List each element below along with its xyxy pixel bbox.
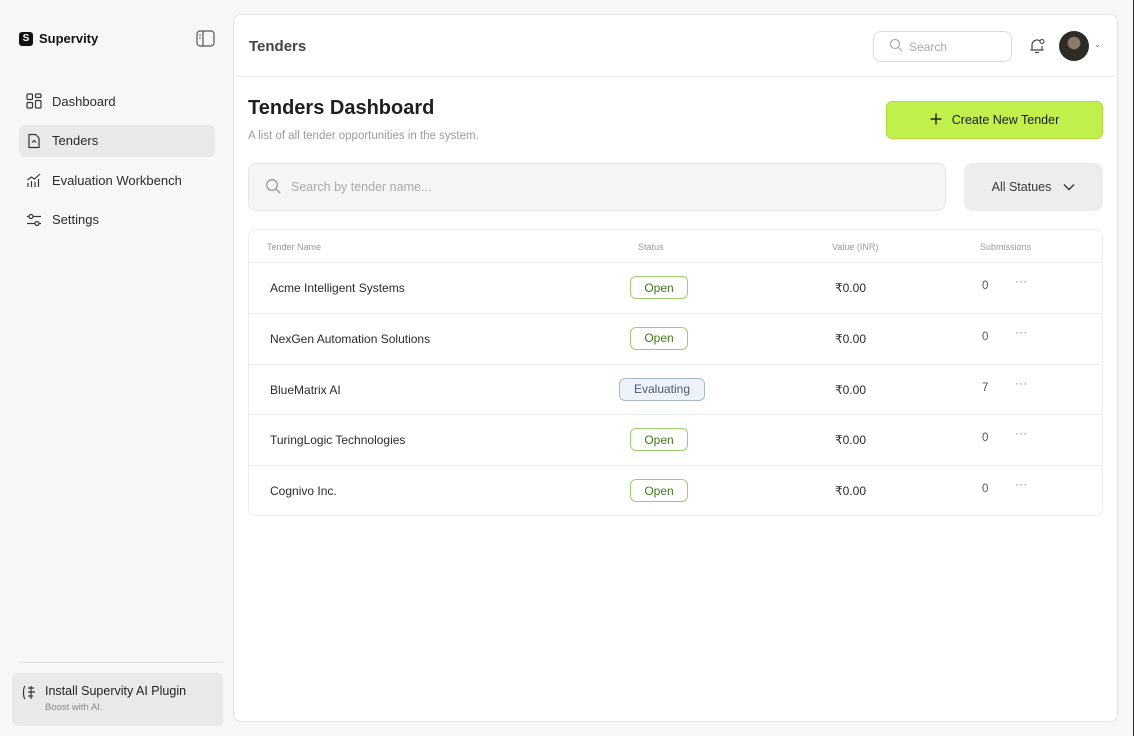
- notification-bell-icon[interactable]: [1028, 37, 1046, 55]
- column-header-submissions: Submissions: [980, 242, 1032, 252]
- submission-count: 7: [982, 381, 989, 394]
- create-new-tender-button[interactable]: Create New Tender: [886, 101, 1103, 139]
- sidebar-toggle-icon[interactable]: [196, 30, 215, 47]
- status-badge: Open: [630, 479, 688, 503]
- tender-name[interactable]: TuringLogic Technologies: [270, 433, 405, 447]
- column-header-tender-name: Tender Name: [267, 242, 322, 252]
- bar-chart-icon: [26, 172, 42, 188]
- sidebar-item-label: Tenders: [52, 133, 99, 148]
- global-search-input[interactable]: Search: [873, 31, 1012, 62]
- tender-value: ₹0.00: [835, 281, 866, 295]
- submission-count: 0: [982, 432, 989, 445]
- plugin-title: Install Supervity AI Plugin: [45, 684, 187, 698]
- status-badge: Evaluating: [619, 377, 705, 401]
- sliders-icon: [26, 212, 42, 228]
- page-header-title: Tenders: [249, 38, 307, 55]
- brand-name: Supervity: [39, 31, 99, 46]
- sidebar-item-dashboard[interactable]: Dashboard: [19, 85, 215, 117]
- tender-value: ₹0.00: [835, 382, 866, 397]
- dashboard-grid-icon: [26, 93, 42, 109]
- plugin-subtitle: Boost with AI.: [45, 702, 103, 713]
- status-badge: Open: [630, 326, 688, 350]
- more-actions-icon[interactable]: ···: [1015, 276, 1028, 288]
- submission-count: 0: [982, 483, 989, 496]
- create-button-label: Create New Tender: [951, 113, 1060, 127]
- tender-search-input[interactable]: Search by tender name...: [248, 163, 946, 211]
- column-header-status: Status: [638, 242, 664, 252]
- search-icon: [889, 38, 903, 55]
- table-header: Tender Name Status Value (INR) Submissio…: [249, 230, 1102, 263]
- chevron-down-icon[interactable]: ⌄: [1094, 40, 1101, 49]
- user-avatar[interactable]: [1059, 31, 1089, 61]
- search-icon: [265, 178, 281, 197]
- document-icon: [26, 133, 42, 149]
- status-badge: Open: [630, 276, 688, 299]
- sidebar-item-label: Dashboard: [52, 93, 116, 109]
- status-filter-select[interactable]: All Statues: [964, 163, 1103, 211]
- more-actions-icon[interactable]: ···: [1015, 327, 1028, 339]
- page-title: Tenders Dashboard: [248, 97, 435, 119]
- page-subtitle: A list of all tender opportunities in th…: [248, 130, 479, 142]
- sidebar-item-evaluation-workbench[interactable]: Evaluation Workbench: [19, 164, 215, 196]
- brand-logo[interactable]: S Supervity: [19, 31, 98, 46]
- more-actions-icon[interactable]: ···: [1015, 479, 1028, 491]
- more-actions-icon[interactable]: ···: [1015, 378, 1028, 390]
- status-badge: Open: [630, 428, 688, 452]
- submission-count: 0: [982, 280, 989, 292]
- tender-search-placeholder: Search by tender name...: [291, 180, 432, 194]
- top-bar: Tenders Search ⌄: [234, 15, 1117, 77]
- column-header-value: Value (INR): [832, 242, 879, 252]
- sidebar-item-tenders[interactable]: Tenders: [19, 124, 215, 157]
- table-row[interactable]: Acme Intelligent Systems Open ₹0.00 0 ··…: [249, 263, 1102, 314]
- tender-name[interactable]: Acme Intelligent Systems: [270, 281, 405, 295]
- sidebar: S Supervity Dashboard Tenders Evaluation…: [0, 0, 234, 736]
- chevron-down-icon: [1063, 180, 1075, 194]
- sidebar-nav: Dashboard Tenders Evaluation Workbench S…: [19, 85, 215, 243]
- brand-mark-icon: S: [19, 31, 33, 46]
- install-plugin-card[interactable]: Install Supervity AI Plugin Boost with A…: [12, 673, 223, 726]
- tender-name[interactable]: NexGen Automation Solutions: [270, 332, 430, 346]
- sidebar-divider: [19, 662, 223, 663]
- status-filter-value: All Statues: [991, 180, 1052, 194]
- main-panel: Tenders Search ⌄ Tenders Dashboard A lis…: [233, 14, 1118, 722]
- tender-value: ₹0.00: [835, 331, 866, 346]
- search-placeholder: Search: [909, 39, 948, 54]
- plus-icon: [930, 113, 942, 128]
- sidebar-item-settings[interactable]: Settings: [19, 204, 215, 236]
- submission-count: 0: [982, 330, 989, 343]
- more-actions-icon[interactable]: ···: [1015, 428, 1028, 440]
- table-row[interactable]: Cognivo Inc. Open ₹0.00 0 ···: [249, 466, 1102, 515]
- table-row[interactable]: TuringLogic Technologies Open ₹0.00 0 ··…: [249, 415, 1102, 467]
- table-row[interactable]: NexGen Automation Solutions Open ₹0.00 0…: [249, 314, 1102, 365]
- tender-name[interactable]: Cognivo Inc.: [270, 484, 337, 498]
- tenders-table: Tender Name Status Value (INR) Submissio…: [248, 229, 1103, 516]
- tender-value: ₹0.00: [835, 433, 866, 448]
- tender-name[interactable]: BlueMatrix AI: [270, 383, 341, 397]
- sidebar-item-label: Evaluation Workbench: [52, 172, 182, 188]
- table-row[interactable]: BlueMatrix AI Evaluating ₹0.00 7 ···: [249, 365, 1102, 416]
- sidebar-item-label: Settings: [52, 212, 99, 227]
- tender-value: ₹0.00: [835, 484, 866, 499]
- plugin-sparkle-icon: [21, 684, 38, 726]
